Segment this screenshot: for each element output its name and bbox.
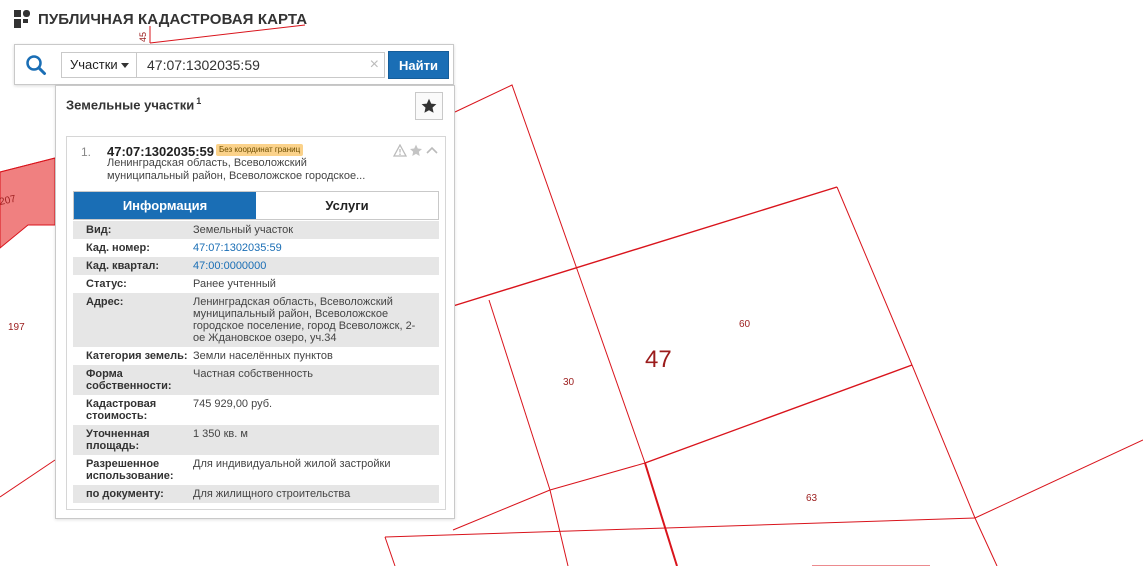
map-label-parcel-60: 60	[739, 319, 751, 330]
info-key: Статус:	[86, 278, 127, 290]
boundary-line	[0, 459, 56, 498]
parcel-outline-east	[911, 364, 998, 566]
search-type-label: Участки	[70, 57, 118, 72]
info-key: Адрес:	[86, 296, 124, 308]
search-input[interactable]	[137, 53, 357, 77]
search-bar: Участки × Найти	[14, 44, 454, 85]
result-index: 1.	[81, 145, 92, 159]
cad-number-link[interactable]: 47:07:1302035:59	[193, 242, 439, 254]
result-card[interactable]: 1. 47:07:1302035:59 Без координат границ…	[66, 136, 446, 510]
warning-icon[interactable]	[392, 143, 408, 162]
info-value: Частная собственность	[193, 368, 314, 380]
logo-icon	[14, 10, 30, 28]
caret-down-icon	[121, 63, 129, 68]
map-label-parcel-45: 45	[138, 32, 148, 42]
info-row-cad-value: Кадастровая стоимость: 745 929,00 руб.	[73, 395, 439, 425]
clear-icon[interactable]: ×	[370, 56, 379, 74]
boundary-line	[384, 536, 396, 566]
info-key: Кадастровая стоимость:	[86, 398, 157, 422]
info-row-area: Уточненная площадь: 1 350 кв. м	[73, 425, 439, 455]
info-row-type: Вид: Земельный участок	[73, 221, 439, 239]
app-header: ПУБЛИЧНАЯ КАДАСТРОВАЯ КАРТА	[14, 10, 307, 28]
chevron-up-icon[interactable]	[425, 144, 439, 162]
info-key: Разрешенное использование:	[86, 458, 174, 482]
boundary-line	[549, 462, 646, 491]
boundary-line	[384, 517, 976, 538]
info-value: Земли населённых пунктов	[193, 350, 333, 362]
tab-services[interactable]: Услуги	[256, 192, 438, 219]
search-field: ×	[137, 52, 385, 78]
boundary-line	[644, 462, 678, 566]
map-label-parcel-63: 63	[806, 493, 818, 504]
info-key: Кад. номер:	[86, 242, 150, 254]
info-row-cad-quarter: Кад. квартал: 47:00:0000000	[73, 257, 439, 275]
search-icon[interactable]	[25, 54, 47, 76]
result-tabs: Информация Услуги	[73, 191, 439, 220]
info-row-ownership: Форма собственности: Частная собственнос…	[73, 365, 439, 395]
result-address: Ленинградская область, Всеволожский муни…	[107, 157, 366, 182]
boundary-line	[452, 186, 838, 307]
info-value: Для индивидуальной жилой застройки	[193, 458, 391, 470]
info-key: Форма собственности:	[86, 368, 172, 392]
panel-title: Земельные участки 1	[66, 96, 201, 112]
info-row-land-category: Категория земель: Земли населённых пункт…	[73, 347, 439, 365]
info-table: Вид: Земельный участок Кад. номер: 47:07…	[73, 221, 439, 503]
boundary-line	[549, 489, 569, 566]
boundary-line	[577, 271, 646, 464]
info-value: Ранее учтенный	[193, 278, 276, 290]
results-panel: Земельные участки 1 1. 47:07:1302035:59 Б…	[55, 85, 455, 519]
search-type-select[interactable]: Участки	[61, 52, 137, 78]
card-actions	[392, 143, 439, 162]
info-value: Ленинградская область, Всеволожский муни…	[193, 296, 416, 344]
tab-info[interactable]: Информация	[74, 192, 256, 219]
panel-title-text: Земельные участки	[66, 97, 195, 113]
info-key: Кад. квартал:	[86, 260, 160, 272]
boundary-line	[974, 439, 1143, 519]
info-row-cad-number: Кад. номер: 47:07:1302035:59	[73, 239, 439, 257]
info-key: по документу:	[86, 488, 164, 500]
info-key: Категория земель:	[86, 350, 188, 362]
info-value: Для жилищного строительства	[193, 488, 351, 500]
info-value: 745 929,00 руб.	[193, 398, 273, 410]
favorites-button[interactable]	[415, 92, 443, 120]
info-key: Вид:	[86, 224, 112, 236]
star-icon	[421, 98, 437, 113]
map-label-parcel-30: 30	[563, 377, 575, 388]
boundary-line	[644, 364, 913, 464]
info-value: 1 350 кв. м	[193, 428, 248, 440]
cad-quarter-link[interactable]: 47:00:0000000	[193, 260, 439, 272]
results-count: 1	[196, 96, 202, 106]
boundary-line	[452, 489, 551, 531]
boundary-line	[488, 299, 551, 491]
info-row-status: Статус: Ранее учтенный	[73, 275, 439, 293]
map-label-block-47: 47	[645, 346, 672, 373]
map-label-parcel-197: 197	[8, 322, 25, 333]
find-button[interactable]: Найти	[388, 51, 449, 79]
status-badge: Без координат границ	[216, 144, 304, 156]
star-icon[interactable]	[409, 144, 423, 162]
info-row-permitted-use: Разрешенное использование: Для индивидуа…	[73, 455, 439, 485]
app-title: ПУБЛИЧНАЯ КАДАСТРОВАЯ КАРТА	[38, 10, 308, 28]
boundary-line	[836, 186, 913, 366]
parcel-outline-north	[454, 84, 579, 273]
info-row-by-document: по документу: Для жилищного строительств…	[73, 485, 439, 503]
info-key: Уточненная площадь:	[86, 428, 150, 452]
info-value: Земельный участок	[193, 224, 294, 236]
info-row-address: Адрес: Ленинградская область, Всеволожск…	[73, 293, 439, 347]
